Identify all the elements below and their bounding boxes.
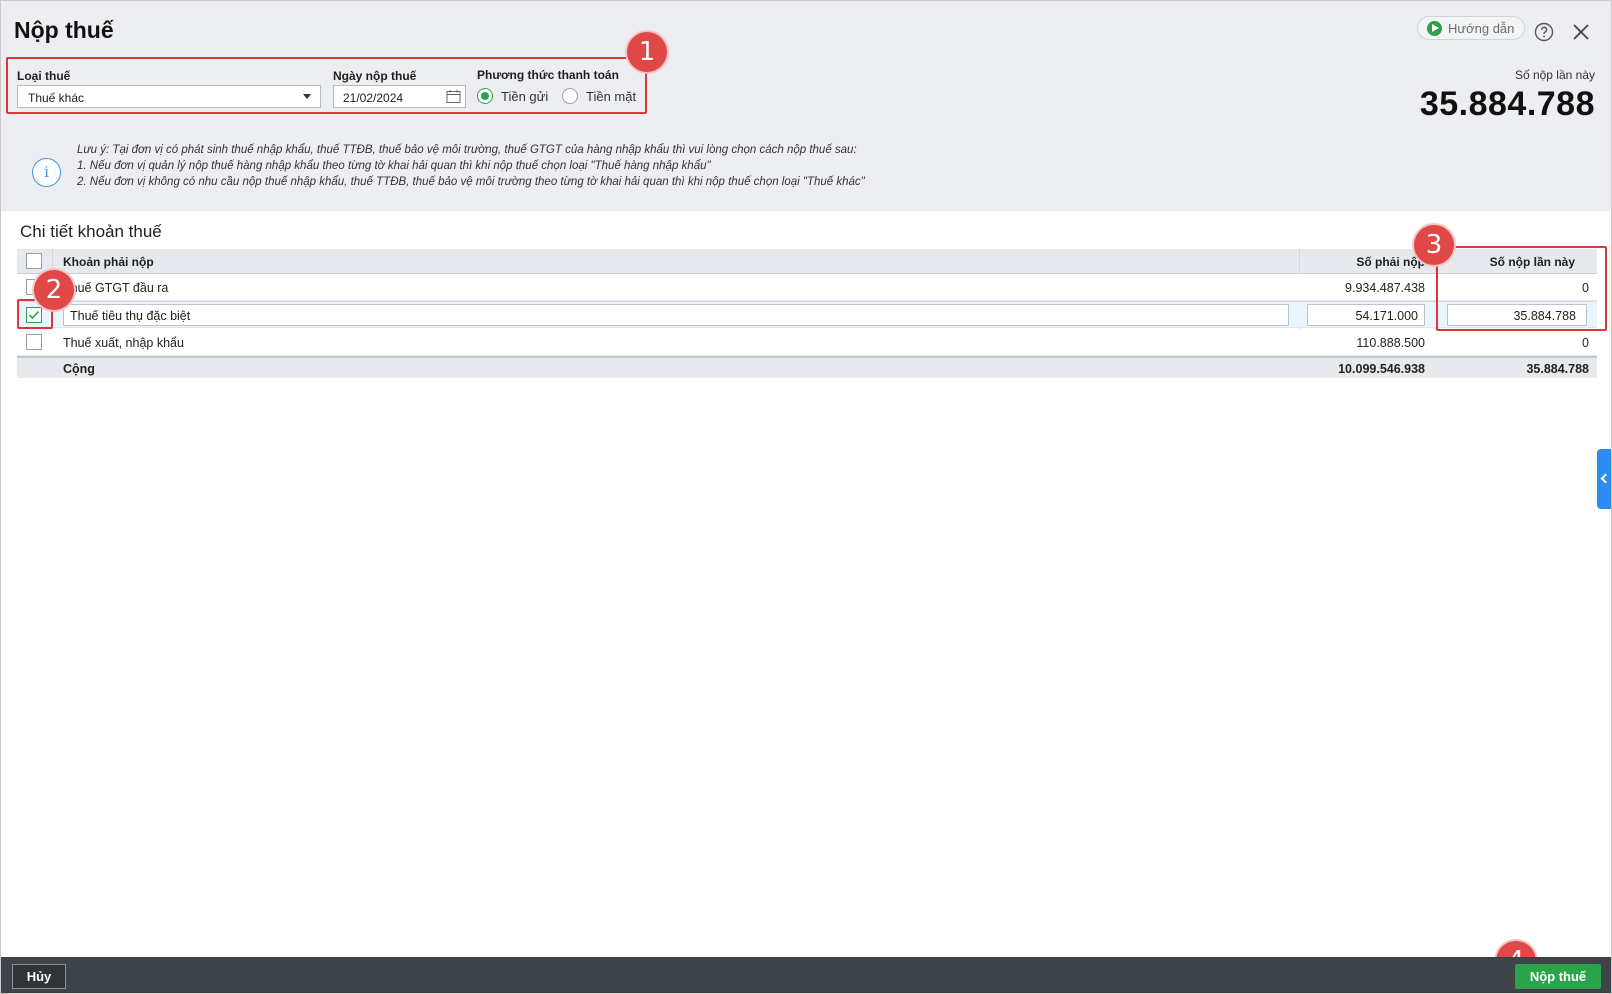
note-line: Lưu ý: Tại đơn vị có phát sinh thuế nhập…	[77, 144, 857, 156]
radio-cash-label: Tiền mặt	[586, 88, 637, 104]
annotation-marker-2: 2	[34, 270, 74, 310]
table-row[interactable]: Thuế xuất, nhập khẩu 110.888.500 0	[17, 329, 1597, 356]
row-due-amount: 110.888.500	[1356, 336, 1425, 350]
dialog-header: Nộp thuế Hướng dẫn Loại thuế Thuế khác N…	[1, 1, 1611, 211]
cancel-button[interactable]: Hủy	[12, 964, 66, 989]
dialog-footer: Hủy Nộp thuế	[1, 957, 1611, 993]
help-icon[interactable]	[1534, 22, 1554, 42]
note-line: 2. Nếu đơn vị không có nhu cầu nộp thuế …	[77, 176, 865, 188]
row-due-amount: 9.934.487.438	[1345, 281, 1425, 295]
section-title: Chi tiết khoản thuế	[20, 222, 162, 241]
row-checkbox[interactable]	[26, 334, 42, 350]
check-icon	[28, 310, 40, 320]
row-pay-amount[interactable]: 0	[1463, 281, 1597, 295]
payment-method-label: Phương thức thanh toán	[477, 68, 619, 82]
column-header-pay: Số nộp lần này	[1489, 255, 1575, 269]
select-all-checkbox[interactable]	[26, 253, 42, 269]
row-due-amount: 54.171.000	[1355, 309, 1418, 323]
guide-label: Hướng dẫn	[1448, 20, 1515, 36]
table-header: Khoản phải nộp Số phải nộp Số nộp lần nà…	[17, 249, 1597, 274]
total-payment-label: Số nộp lần này	[1514, 68, 1595, 82]
annotation-marker-1: 1	[627, 32, 667, 72]
calendar-icon[interactable]	[446, 89, 461, 104]
total-label: Cộng	[63, 362, 95, 376]
tax-type-label: Loại thuế	[17, 69, 71, 83]
row-pay-amount-field[interactable]: 35.884.788	[1447, 304, 1587, 326]
row-due-amount-field[interactable]: 54.171.000	[1307, 304, 1425, 326]
table-row[interactable]: Thuế GTGT đầu ra 9.934.487.438 0	[17, 274, 1597, 301]
dropdown-arrow-icon	[303, 94, 311, 99]
radio-bank-deposit[interactable]: Tiền gửi	[477, 88, 548, 104]
row-checkbox-checked[interactable]	[26, 307, 42, 323]
tax-type-select[interactable]: Thuế khác	[17, 85, 321, 108]
table-row-selected[interactable]: Thuế tiêu thụ đặc biệt 54.171.000 35.884…	[17, 301, 1597, 328]
collapse-left-icon[interactable]	[1597, 449, 1611, 509]
radio-unselected-icon	[562, 88, 578, 104]
row-tax-name: Thuế xuất, nhập khẩu	[63, 336, 184, 350]
guide-button[interactable]: Hướng dẫn	[1417, 16, 1526, 40]
radio-cash[interactable]: Tiền mặt	[562, 88, 636, 104]
play-icon	[1427, 20, 1442, 36]
row-tax-name-field[interactable]: Thuế tiêu thụ đặc biệt	[63, 304, 1289, 326]
row-pay-amount: 35.884.788	[1513, 309, 1576, 323]
table-total-row: Cộng 10.099.546.938 35.884.788	[17, 356, 1597, 378]
total-pay-amount: 35.884.788	[1526, 362, 1589, 376]
note-line: 1. Nếu đơn vị quản lý nộp thuế hàng nhập…	[77, 160, 711, 172]
payment-date-value: 21/02/2024	[343, 91, 404, 105]
tax-type-value: Thuế khác	[28, 91, 85, 105]
info-icon: i	[32, 158, 61, 187]
close-icon[interactable]	[1571, 22, 1591, 42]
radio-selected-icon	[477, 88, 493, 104]
row-tax-name: Thuế GTGT đầu ra	[63, 281, 169, 295]
total-due-amount: 10.099.546.938	[1338, 362, 1425, 376]
radio-bank-deposit-label: Tiền gửi	[501, 88, 549, 104]
annotation-marker-3: 3	[1414, 225, 1454, 265]
total-payment-value: 35.884.788	[1419, 85, 1595, 123]
payment-date-label: Ngày nộp thuế	[333, 69, 417, 83]
row-tax-name: Thuế tiêu thụ đặc biệt	[70, 309, 191, 323]
payment-date-field[interactable]: 21/02/2024	[333, 85, 466, 108]
page-title: Nộp thuế	[14, 17, 114, 43]
submit-tax-button[interactable]: Nộp thuế	[1515, 964, 1601, 989]
column-header-item: Khoản phải nộp	[63, 255, 154, 269]
row-pay-amount[interactable]: 0	[1463, 336, 1597, 350]
column-header-due: Số phải nộp	[1356, 255, 1425, 269]
tax-payment-dialog: Nộp thuế Hướng dẫn Loại thuế Thuế khác N…	[0, 0, 1612, 994]
